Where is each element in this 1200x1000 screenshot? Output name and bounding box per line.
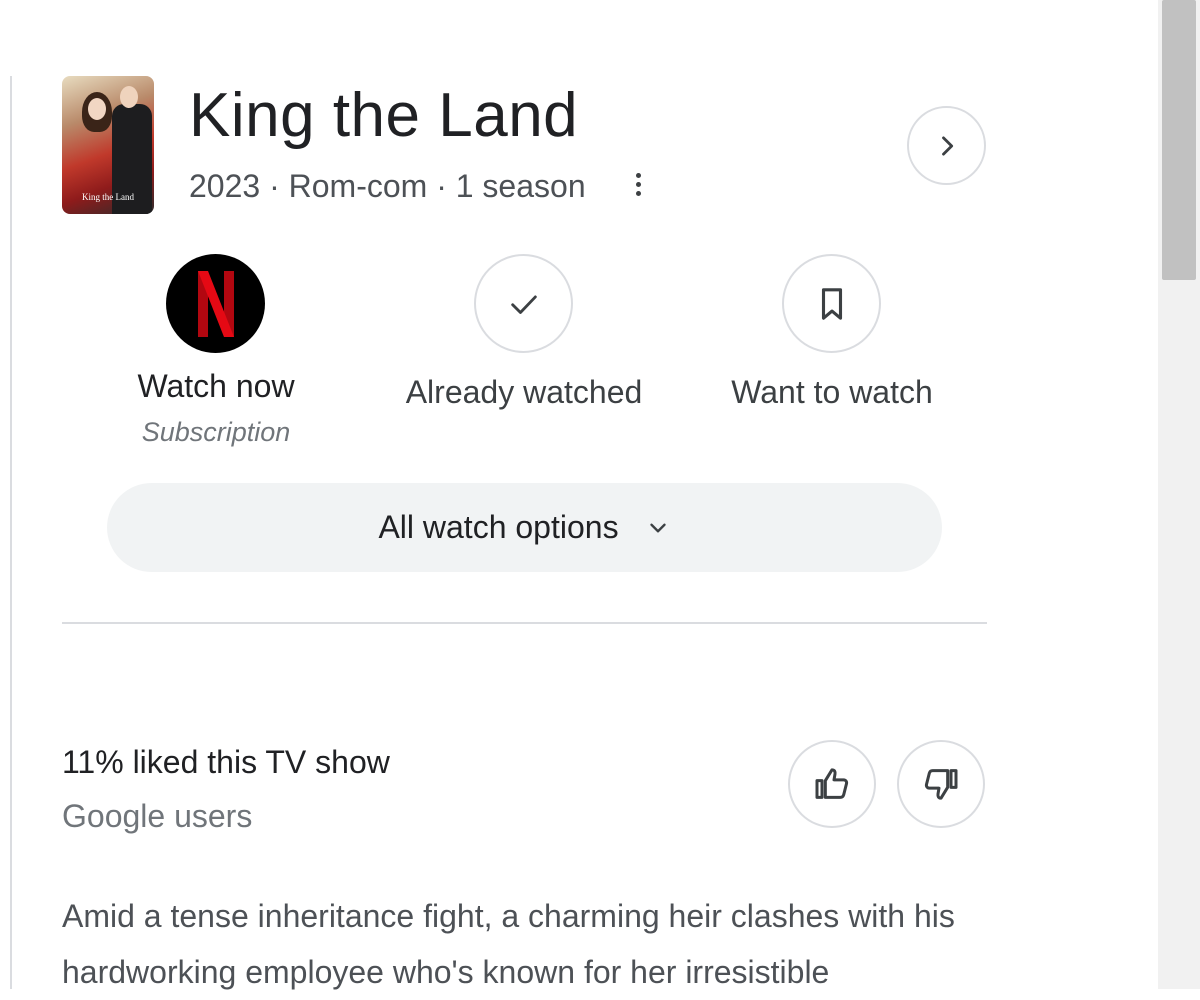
scrollbar-thumb[interactable]: [1162, 0, 1196, 280]
next-button[interactable]: [907, 106, 986, 185]
liked-percentage-text: 11% liked this TV show: [62, 744, 390, 780]
panel-left-border: [10, 76, 12, 989]
subscription-label: Subscription: [141, 417, 291, 447]
scrollbar-track[interactable]: [1158, 0, 1200, 989]
more-options-icon[interactable]: [628, 170, 648, 202]
want-to-watch-label[interactable]: Want to watch: [682, 372, 982, 412]
want-to-watch-button[interactable]: [782, 254, 881, 353]
watch-now-label[interactable]: Watch now: [96, 366, 336, 406]
netflix-logo-icon: [197, 270, 234, 337]
show-meta: 2023 · Rom-com · 1 season: [189, 168, 586, 204]
all-watch-options-button[interactable]: All watch options: [107, 483, 942, 572]
poster-figure: [120, 86, 138, 108]
poster-figure: [88, 98, 106, 120]
already-watched-label[interactable]: Already watched: [374, 372, 674, 412]
thumbs-up-icon: [815, 768, 849, 799]
watch-now-button[interactable]: [166, 254, 265, 353]
section-divider: [62, 622, 987, 624]
rating-source: Google users: [62, 798, 253, 834]
chevron-down-icon: [649, 523, 666, 532]
chevron-right-icon: [941, 135, 953, 156]
already-watched-button[interactable]: [474, 254, 573, 353]
show-poster-thumbnail[interactable]: King the Land: [62, 76, 154, 214]
poster-logo-text: King the Land: [82, 192, 134, 202]
thumbs-down-button[interactable]: [897, 740, 985, 828]
checkmark-icon: [510, 295, 537, 314]
show-title: King the Land: [189, 81, 579, 150]
all-watch-options-label: All watch options: [378, 509, 619, 545]
show-description: Amid a tense inheritance fight, a charmi…: [62, 898, 955, 990]
thumbs-down-icon: [924, 769, 958, 800]
thumbs-up-button[interactable]: [788, 740, 876, 828]
bookmark-icon: [821, 287, 842, 320]
